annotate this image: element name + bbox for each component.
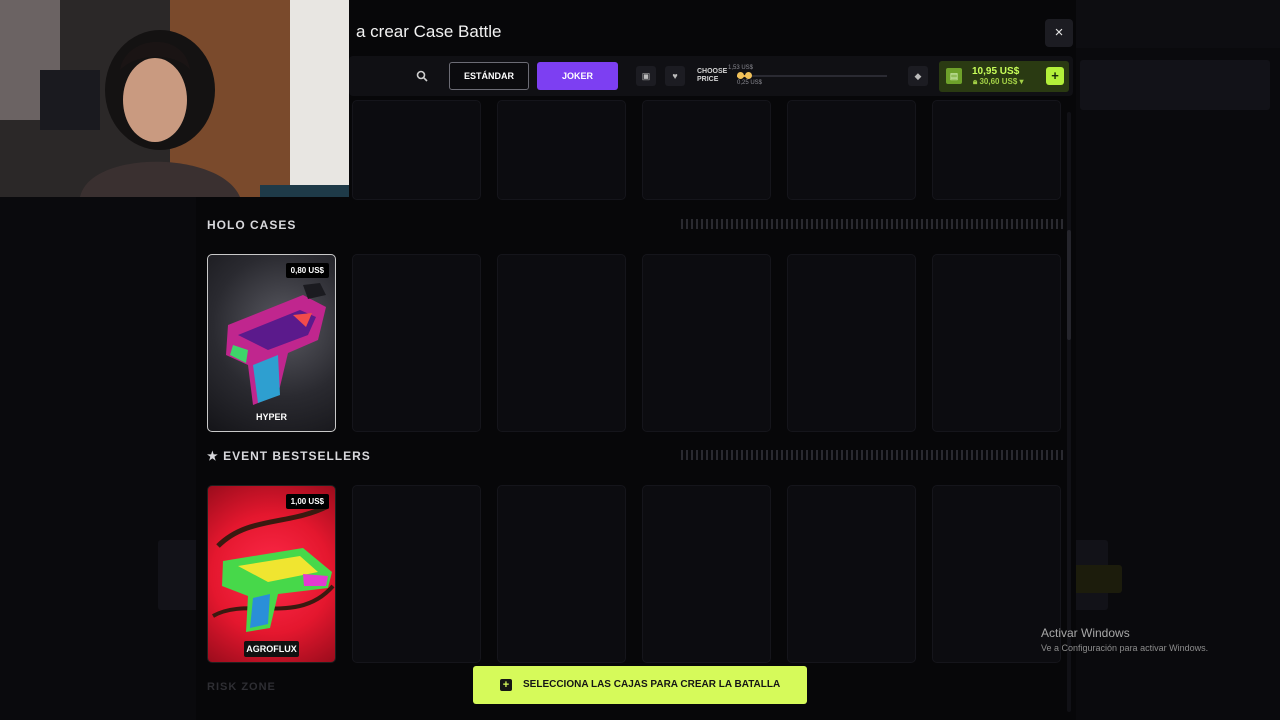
case-slot[interactable] [642, 485, 771, 663]
wallet-icon: ▤ [946, 68, 962, 84]
price-slider-min-handle[interactable] [737, 72, 744, 79]
search-icon[interactable] [416, 70, 428, 82]
windows-activation-subtitle: Ve a Configuración para activar Windows. [1041, 643, 1209, 653]
webcam-overlay [0, 0, 349, 197]
plus-icon: + [500, 679, 512, 691]
case-card-hyper[interactable]: 0,80 US$ HYPER [207, 254, 336, 432]
webcam-image [0, 0, 349, 197]
section-title: HOLO CASES [207, 218, 297, 232]
balance-secondary-amount: 30,60 US$ [979, 77, 1018, 86]
create-battle-button[interactable]: SELECCIONA LAS CAJAS PARA CREAR LA BATAL… [473, 666, 807, 704]
case-slot[interactable] [787, 254, 916, 432]
case-price: 0,80 US$ [285, 263, 329, 278]
choose-price-label: CHOOSE PRICE [697, 68, 728, 83]
scrollbar[interactable] [1067, 112, 1071, 712]
scrollbar-thumb[interactable] [1067, 230, 1071, 340]
case-slot[interactable] [352, 100, 481, 200]
case-image [226, 283, 326, 405]
case-slot[interactable] [787, 100, 916, 200]
case-slot[interactable] [932, 100, 1061, 200]
price-max-value: 1,53 US$ [728, 65, 754, 71]
case-slot[interactable] [642, 254, 771, 432]
section-divider [681, 450, 1065, 460]
modal-title: a crear Case Battle [356, 22, 502, 41]
case-name: AGROFLUX [243, 641, 300, 657]
case-slot[interactable] [932, 254, 1061, 432]
standard-mode-button[interactable]: ESTÁNDAR [449, 62, 529, 90]
case-slot[interactable] [497, 100, 626, 200]
heart-icon[interactable]: ♥ [665, 66, 685, 86]
section-title: RISK ZONE [207, 681, 276, 693]
case-slot[interactable] [497, 485, 626, 663]
price-min-value: 0,25 US$ [737, 80, 763, 86]
deposit-button[interactable]: + [1046, 67, 1064, 85]
close-button[interactable]: × [1045, 19, 1073, 47]
background-panel [1080, 60, 1270, 110]
case-slot[interactable] [642, 100, 771, 200]
case-filter-icon[interactable]: ▣ [636, 66, 656, 86]
balance-amount: 10,95 US$ [972, 66, 1020, 77]
case-slot[interactable] [497, 254, 626, 432]
case-price: 1,00 US$ [285, 494, 329, 509]
case-name: HYPER [255, 412, 287, 422]
sort-icon[interactable]: ◆ [908, 66, 928, 86]
case-slot[interactable] [352, 485, 481, 663]
case-slot[interactable] [787, 485, 916, 663]
section-title: ★ EVENT BESTSELLERS [207, 449, 371, 463]
price-slider-max-handle[interactable] [745, 72, 752, 79]
screen: a crear Case Battle × ESTÁNDAR JOKER ▣ ♥… [0, 0, 1280, 720]
chevron-down-icon: ▾ [1017, 77, 1024, 86]
windows-activation-title: Activar Windows [1041, 626, 1130, 640]
balance-secondary[interactable]: 🔒︎ 30,60 US$ ▾ [973, 77, 1024, 87]
joker-mode-button[interactable]: JOKER [537, 62, 618, 90]
price-slider[interactable] [737, 75, 887, 77]
section-divider [681, 219, 1065, 229]
case-image [212, 503, 335, 632]
case-slot[interactable] [352, 254, 481, 432]
case-card-agroflux[interactable]: 1,00 US$ AGROFLUX [207, 485, 336, 663]
